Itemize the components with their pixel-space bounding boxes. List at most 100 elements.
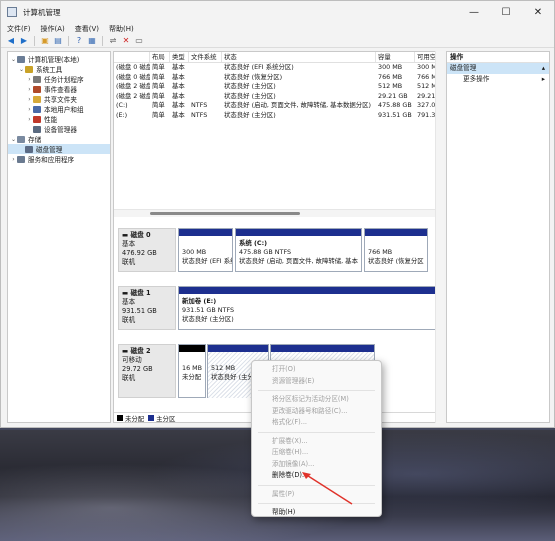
- back-arrow-icon[interactable]: ◀: [6, 36, 16, 46]
- menu-file[interactable]: 文件(F): [7, 24, 31, 34]
- col-layout[interactable]: 布局: [150, 52, 170, 62]
- menu-view[interactable]: 查看(V): [75, 24, 99, 34]
- menu-bar: 文件(F) 操作(A) 查看(V) 帮助(H): [1, 23, 554, 34]
- table-row[interactable]: (磁盘 2 磁盘分区 1)简单基本状态良好 (主分区)512 MB512 MB: [114, 82, 442, 92]
- tree-item[interactable]: › 服务和应用程序: [8, 154, 110, 164]
- chevron-right-icon[interactable]: ›: [26, 86, 33, 93]
- disk-0-partition-c[interactable]: 系统 (C:) 475.88 GB NTFS 状态良好 (启动, 页面文件, 故…: [235, 228, 362, 272]
- up-folder-icon[interactable]: ▣: [40, 36, 50, 46]
- col-volume[interactable]: [114, 52, 150, 62]
- tree-item-label: 计算机管理(本地): [28, 56, 80, 64]
- cell-filesystem: NTFS: [191, 110, 208, 119]
- delete-icon[interactable]: ✕: [121, 36, 131, 46]
- chevron-down-icon[interactable]: ⌄: [10, 136, 17, 143]
- col-filesystem[interactable]: 文件系统: [189, 52, 222, 62]
- table-row[interactable]: (磁盘 2 磁盘分区 2)简单基本状态良好 (主分区)29.21 GB29.21…: [114, 92, 442, 102]
- tree-item[interactable]: › 共享文件夹: [8, 94, 110, 104]
- disk-1-label[interactable]: ▬ 磁盘 1 基本 931.51 GB 联机: [118, 286, 176, 330]
- tree-item[interactable]: 设备管理器: [8, 124, 110, 134]
- computer-icon: [17, 55, 25, 63]
- disk-1-row: ▬ 磁盘 1 基本 931.51 GB 联机 新加卷 (E:) 931.51 G…: [118, 286, 442, 330]
- chevron-down-icon[interactable]: ⌄: [18, 66, 25, 73]
- tree-item-label: 系统工具: [36, 66, 63, 74]
- partition-bar: [236, 229, 361, 236]
- cell-capacity: 300 MB: [378, 63, 403, 71]
- actions-disk-management[interactable]: 磁盘管理 ▴: [447, 63, 549, 74]
- disk-1-size: 931.51 GB: [122, 307, 157, 315]
- tree-item[interactable]: › 事件查看器: [8, 84, 110, 94]
- chevron-right-icon[interactable]: ›: [26, 116, 33, 123]
- cell-volume: (E:): [116, 110, 128, 119]
- cell-volume: (磁盘 0 磁盘分区 4): [116, 72, 150, 81]
- chevron-down-icon[interactable]: ⌄: [10, 56, 17, 63]
- table-row[interactable]: (E:)简单基本NTFS状态良好 (主分区)931.51 GB791.37 GB: [114, 111, 442, 121]
- table-row[interactable]: (C:) 简单 基本 NTFS 状态良好 (启动, 页面文件, 故障转储, 基本数据分区…: [114, 101, 442, 111]
- cell-capacity: 475.88 GB: [378, 101, 412, 109]
- table-row[interactable]: (磁盘 0 磁盘分区 4)简单基本状态良好 (恢复分区)766 MB766 MB: [114, 73, 442, 83]
- chevron-right-icon[interactable]: ›: [10, 156, 17, 163]
- volume-list-body: (磁盘 0 磁盘分区 1)简单基本状态良好 (EFI 系统分区)300 MB30…: [114, 63, 442, 120]
- menu-help[interactable]: 帮助(H): [109, 24, 134, 34]
- horizontal-scrollbar[interactable]: [114, 209, 442, 217]
- tree-item-label: 共享文件夹: [44, 96, 77, 104]
- tools-icon: [25, 65, 33, 73]
- tree-item[interactable]: ⌄ 计算机管理(本地): [8, 54, 110, 64]
- tree-item[interactable]: ⌄ 存储: [8, 134, 110, 144]
- disk-0-row: ▬ 磁盘 0 基本 476.92 GB 联机 300 MB 状态良好 (EFI …: [118, 228, 440, 272]
- connect-icon[interactable]: ⇌: [108, 36, 118, 46]
- tree-item[interactable]: › 任务计划程序: [8, 74, 110, 84]
- disk-0-partition-recovery[interactable]: 766 MB 状态良好 (恢复分区: [364, 228, 428, 272]
- disk-1-partition-e[interactable]: 新加卷 (E:) 931.51 GB NTFS 状态良好 (主分区): [178, 286, 442, 330]
- cell-status: 状态良好 (主分区): [224, 91, 276, 100]
- vertical-scrollbar[interactable]: [435, 51, 444, 423]
- help-icon[interactable]: ?: [74, 36, 84, 46]
- actions-more[interactable]: 更多操作 ▸: [447, 74, 549, 85]
- tree-item-label: 本地用户和组: [44, 106, 84, 114]
- context-menu-item: 添加镜像(A)...: [272, 459, 315, 468]
- tree-item[interactable]: › 性能: [8, 114, 110, 124]
- legend-unallocated: 未分配: [117, 414, 144, 423]
- minimize-icon[interactable]: —: [458, 1, 490, 23]
- disk-0-label[interactable]: ▬ 磁盘 0 基本 476.92 GB 联机: [118, 228, 176, 272]
- properties-icon[interactable]: ▦: [87, 36, 97, 46]
- toolbar: ◀ ▶ ▣ ▤ ? ▦ ⇌ ✕ ▭: [1, 34, 554, 48]
- actions-more-label: 更多操作: [463, 75, 490, 83]
- menu-action[interactable]: 操作(A): [41, 24, 65, 34]
- clock-icon: [33, 75, 41, 83]
- forward-arrow-icon[interactable]: ▶: [19, 36, 29, 46]
- tree-item[interactable]: ⌄ 系统工具: [8, 64, 110, 74]
- view-icon[interactable]: ▭: [134, 36, 144, 46]
- col-type[interactable]: 类型: [170, 52, 189, 62]
- tree-item[interactable]: 磁盘管理: [8, 144, 110, 154]
- title-bar[interactable]: 计算机管理 — ☐ ✕: [1, 1, 554, 23]
- partition-size: 766 MB: [368, 248, 393, 256]
- cell-status: 状态良好 (启动, 页面文件, 故障转储, 基本数据分区): [224, 101, 372, 109]
- partition-bar: [365, 229, 427, 236]
- toolbar-divider: [34, 35, 35, 46]
- disk-2-unallocated[interactable]: 16 MB 未分配: [178, 344, 206, 398]
- tree-item-label: 存储: [28, 136, 42, 144]
- col-status[interactable]: 状态: [222, 52, 376, 62]
- disk-0-partition-efi[interactable]: 300 MB 状态良好 (EFI 系统: [178, 228, 233, 272]
- tree-item-label: 设备管理器: [44, 126, 77, 134]
- table-row[interactable]: (磁盘 0 磁盘分区 1)简单基本状态良好 (EFI 系统分区)300 MB30…: [114, 63, 442, 73]
- collapse-up-icon[interactable]: ▴: [542, 63, 545, 74]
- tree-item-label: 磁盘管理: [36, 146, 63, 154]
- col-capacity[interactable]: 容量: [376, 52, 415, 62]
- cell-layout: 简单: [152, 110, 165, 119]
- disk-2-label[interactable]: ▬ 磁盘 2 可移动 29.72 GB 联机: [118, 344, 176, 398]
- scrollbar-thumb[interactable]: [150, 212, 300, 215]
- cell-type: 基本: [172, 91, 185, 100]
- console-tree-icon[interactable]: ▤: [53, 36, 63, 46]
- chevron-right-icon[interactable]: ›: [26, 106, 33, 113]
- partition-bar: [271, 345, 374, 352]
- chevron-right-icon[interactable]: ›: [26, 96, 33, 103]
- close-icon[interactable]: ✕: [522, 1, 554, 23]
- cell-type: 基本: [172, 63, 185, 71]
- disk-0-name-text: 磁盘 0: [130, 231, 151, 239]
- legend-unallocated-swatch: [117, 414, 123, 421]
- maximize-icon[interactable]: ☐: [490, 1, 522, 23]
- chevron-right-icon[interactable]: ›: [26, 76, 33, 83]
- partition-bar: [208, 345, 268, 352]
- tree-item[interactable]: › 本地用户和组: [8, 104, 110, 114]
